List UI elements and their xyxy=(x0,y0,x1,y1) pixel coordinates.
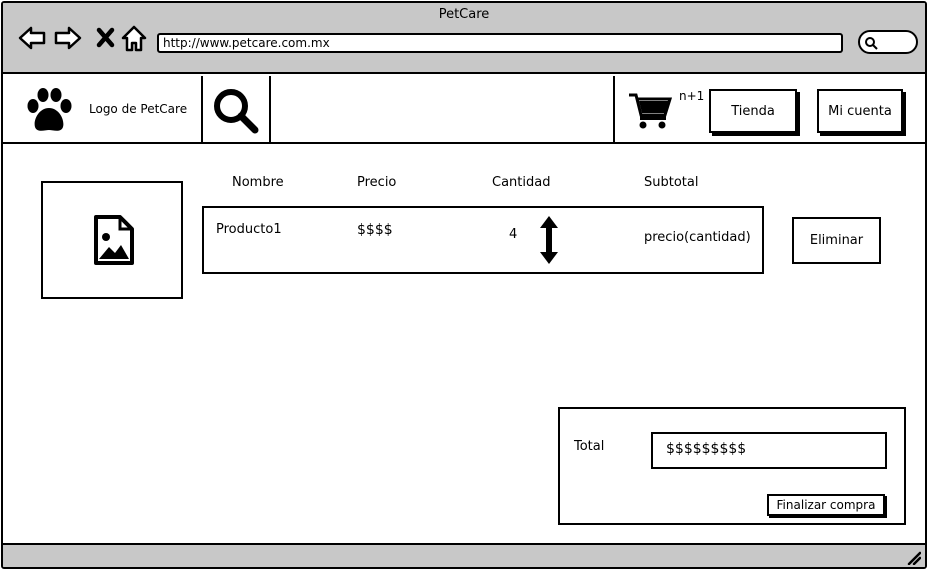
status-bar xyxy=(3,543,925,567)
url-input[interactable]: http://www.petcare.com.mx xyxy=(157,33,843,53)
product-price: $$$$ xyxy=(357,222,393,238)
my-account-button[interactable]: Mi cuenta xyxy=(817,89,903,133)
home-icon[interactable] xyxy=(119,23,149,53)
store-button[interactable]: Tienda xyxy=(709,89,797,133)
back-arrow-icon[interactable] xyxy=(17,23,47,53)
image-placeholder-icon xyxy=(94,215,134,265)
search-icon xyxy=(214,89,259,134)
product-image xyxy=(41,181,183,299)
logo-area[interactable]: Logo de PetCare xyxy=(3,76,203,142)
close-x-icon[interactable] xyxy=(91,23,121,53)
product-name: Producto1 xyxy=(216,222,282,237)
quantity-stepper-arrows-icon[interactable] xyxy=(538,214,560,266)
column-header-subtotal: Subtotal xyxy=(644,175,699,190)
total-label: Total xyxy=(574,439,605,454)
window-title: PetCare xyxy=(438,7,490,22)
browser-titlebar: PetCare http://www.petcare.com.mx xyxy=(3,3,925,74)
search-button[interactable] xyxy=(201,76,269,142)
product-quantity: 4 xyxy=(509,227,518,242)
logo-text: Logo de PetCare xyxy=(89,102,188,116)
column-header-price: Precio xyxy=(357,175,397,190)
product-subtotal: precio(cantidad) xyxy=(644,230,751,245)
browser-window: PetCare http://www.petcare.com.mx Logo d… xyxy=(1,1,927,569)
total-value-field: $$$$$$$$$ xyxy=(651,432,887,469)
shopping-cart-icon[interactable] xyxy=(627,91,673,131)
delete-item-button[interactable]: Eliminar xyxy=(792,217,881,264)
forward-arrow-icon[interactable] xyxy=(53,23,83,53)
browser-search-field[interactable] xyxy=(858,30,918,54)
paw-logo-icon xyxy=(27,88,72,131)
cart-count-badge: n+1 xyxy=(679,89,705,103)
column-header-name: Nombre xyxy=(232,175,284,190)
resize-grip-icon[interactable] xyxy=(905,549,921,565)
checkout-button[interactable]: Finalizar compra xyxy=(767,494,885,516)
search-input[interactable] xyxy=(269,76,615,142)
search-icon xyxy=(865,37,878,50)
column-header-quantity: Cantidad xyxy=(492,175,551,190)
